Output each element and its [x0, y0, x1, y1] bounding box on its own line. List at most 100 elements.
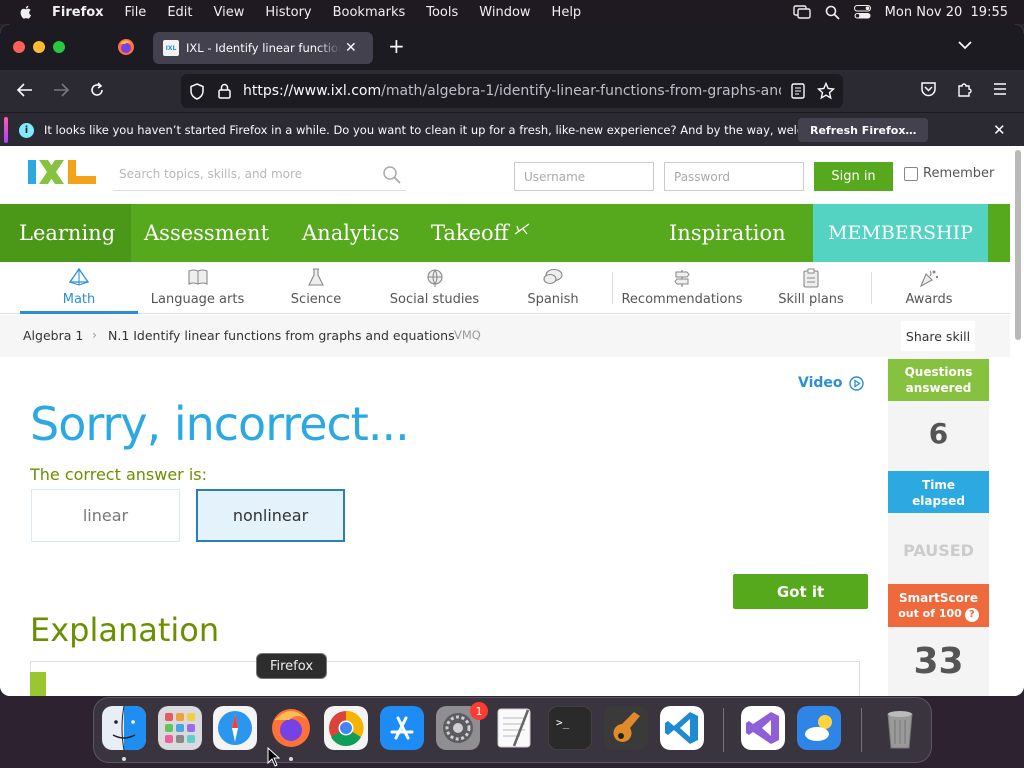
menu-bookmarks[interactable]: Bookmarks — [333, 5, 406, 20]
ixl-logo[interactable] — [28, 159, 98, 185]
menubar-clock[interactable]: Mon Nov 20 19:55 — [885, 5, 1008, 20]
refresh-firefox-button[interactable]: Refresh Firefox… — [798, 118, 929, 142]
ixl-main-nav: Learning Assessment Analytics Takeoff In… — [0, 204, 1010, 262]
video-link[interactable]: Video — [798, 375, 864, 391]
back-arrow-icon[interactable] — [16, 81, 34, 99]
subject-tabs: Math Language arts Science Social studie… — [0, 262, 1010, 314]
garageband-icon[interactable] — [604, 706, 648, 750]
subject-recommendations[interactable]: Recommendations — [614, 262, 750, 314]
video-label: Video — [798, 375, 843, 391]
weather-icon[interactable] — [797, 706, 841, 750]
nav-learning[interactable]: Learning — [19, 221, 115, 245]
menu-file[interactable]: File — [125, 5, 147, 20]
shield-icon[interactable] — [189, 83, 205, 100]
lock-icon[interactable] — [218, 83, 231, 99]
window-close-button[interactable] — [13, 41, 25, 53]
subject-social-studies[interactable]: Social studies — [376, 262, 493, 314]
subject-math[interactable]: Math — [20, 262, 138, 314]
terminal-icon[interactable]: >_ — [548, 706, 592, 750]
menu-app-name[interactable]: Firefox — [52, 5, 104, 20]
menu-help[interactable]: Help — [552, 5, 582, 20]
firefox-icon[interactable] — [269, 706, 313, 750]
forward-arrow-icon[interactable] — [52, 81, 70, 99]
window-zoom-button[interactable] — [53, 41, 65, 53]
subject-spanish[interactable]: Spanish — [495, 262, 611, 314]
chrome-icon[interactable] — [324, 706, 368, 750]
breadcrumb: Algebra 1 › N.1 Identify linear function… — [0, 315, 1010, 357]
share-skill-button[interactable]: Share skill — [901, 321, 975, 351]
vscode-icon[interactable] — [660, 706, 704, 750]
trash-icon[interactable] — [878, 706, 922, 750]
safari-icon[interactable] — [213, 706, 257, 750]
menu-history[interactable]: History — [265, 5, 311, 20]
subject-label: Science — [290, 292, 342, 307]
spotlight-search-icon[interactable] — [825, 5, 840, 20]
url-bar[interactable]: https://www.ixl.com/math/algebra-1/ident… — [181, 74, 843, 108]
running-indicator — [289, 757, 293, 761]
mouse-cursor-icon — [267, 747, 280, 767]
menu-view[interactable]: View — [214, 5, 245, 20]
url-text[interactable]: https://www.ixl.com/math/algebra-1/ident… — [243, 83, 781, 99]
launchpad-icon[interactable] — [158, 706, 202, 750]
hamburger-menu-icon[interactable] — [992, 81, 1008, 97]
subject-skill-plans[interactable]: Skill plans — [752, 262, 870, 314]
window-minimize-button[interactable] — [33, 41, 45, 53]
smartscore-label: SmartScore — [899, 591, 978, 605]
search-field[interactable]: Search topics, skills, and more — [113, 159, 406, 191]
notification-message: It looks like you haven’t started Firefo… — [44, 123, 865, 137]
explanation-heading: Explanation — [30, 611, 220, 649]
reload-icon[interactable] — [88, 81, 106, 99]
subject-divider — [612, 272, 613, 304]
reader-view-icon[interactable] — [791, 83, 805, 99]
subject-label: Math — [62, 292, 96, 307]
nav-takeoff[interactable]: Takeoff — [431, 221, 509, 245]
extensions-icon[interactable] — [956, 81, 973, 98]
questions-label-line1: Questions — [904, 365, 973, 379]
checkbox-box[interactable] — [904, 166, 918, 181]
menu-tools[interactable]: Tools — [426, 5, 458, 20]
smartscore-value: 33 — [913, 641, 964, 682]
password-field[interactable]: Password — [664, 162, 804, 191]
visual-studio-icon[interactable] — [741, 706, 785, 750]
notification-close-icon[interactable]: ✕ — [993, 121, 1006, 139]
subject-label: Social studies — [389, 292, 480, 307]
new-tab-button[interactable]: + — [388, 36, 405, 56]
apple-icon[interactable] — [18, 4, 34, 20]
remember-checkbox[interactable]: Remember — [904, 166, 994, 181]
tab-list-chevron-icon[interactable] — [958, 40, 972, 50]
help-question-icon[interactable]: ? — [964, 608, 979, 622]
nav-analytics[interactable]: Analytics — [302, 221, 399, 245]
sign-in-button[interactable]: Sign in — [814, 162, 893, 191]
dock-tooltip: Firefox — [256, 653, 327, 679]
subject-language-arts[interactable]: Language arts — [140, 262, 255, 314]
firefox-view-icon[interactable] — [117, 38, 135, 56]
username-field[interactable]: Username — [514, 162, 654, 191]
menu-edit[interactable]: Edit — [167, 5, 192, 20]
bookmark-star-icon[interactable] — [817, 82, 835, 100]
nav-assessment[interactable]: Assessment — [144, 221, 269, 245]
nav-inspiration[interactable]: Inspiration — [669, 221, 786, 245]
pocket-icon[interactable] — [920, 81, 937, 98]
subject-label: Skill plans — [778, 292, 844, 307]
breadcrumb-course[interactable]: Algebra 1 — [23, 328, 83, 343]
search-icon[interactable] — [382, 165, 402, 185]
tab-close-icon[interactable]: ✕ — [345, 40, 357, 56]
questions-answered-value: 6 — [928, 417, 949, 450]
ixl-page: Search topics, skills, and more Username… — [0, 146, 1024, 696]
breadcrumb-chevron-icon: › — [92, 327, 97, 342]
menu-window[interactable]: Window — [479, 5, 530, 20]
nav-membership[interactable]: MEMBERSHIP — [813, 204, 988, 262]
tab-ixl[interactable]: IXL IXL - Identify linear functions fro … — [153, 32, 373, 64]
time-elapsed-header: Time elapsed — [888, 471, 989, 513]
finder-icon[interactable] — [102, 706, 146, 750]
got-it-button[interactable]: Got it — [733, 574, 868, 609]
screen-mirroring-icon[interactable] — [792, 5, 811, 19]
app-store-icon[interactable] — [380, 706, 424, 750]
clipboard-icon — [803, 268, 819, 288]
subject-science[interactable]: Science — [258, 262, 374, 314]
subject-awards[interactable]: Awards — [873, 262, 985, 314]
textedit-icon[interactable] — [492, 706, 536, 750]
settings-badge: 1 — [470, 702, 488, 720]
page-scrollbar[interactable] — [1015, 150, 1021, 340]
control-center-icon[interactable] — [853, 5, 871, 19]
